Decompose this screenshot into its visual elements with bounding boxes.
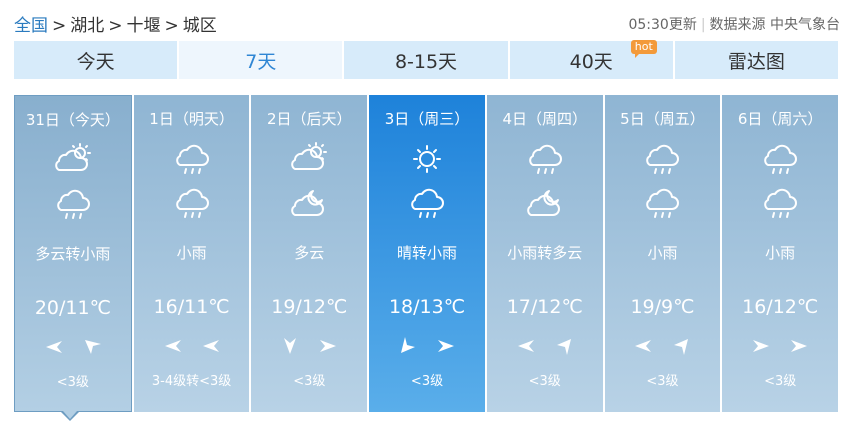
- wind-direction-icon: [45, 341, 62, 353]
- day-card[interactable]: 4日（周四） 小雨转多云 17/12℃ <3级: [486, 95, 603, 412]
- breadcrumb-separator: >: [52, 16, 67, 36]
- light-rain-icon: [53, 188, 93, 220]
- wind-direction-icon: [556, 339, 571, 355]
- tab-label: 雷达图: [727, 50, 785, 73]
- tab-8-15-days[interactable]: 8-15天: [344, 41, 508, 79]
- day-date: 5日（周五）: [620, 110, 705, 128]
- day-card[interactable]: 31日（今天） 多云转小雨 20/11℃ <3级: [14, 95, 132, 412]
- cloudy-night-icon: [525, 187, 565, 219]
- wind-direction: [157, 335, 227, 357]
- day-date: 3日（周三）: [384, 110, 470, 128]
- light-rain-icon: [172, 143, 212, 175]
- day-card[interactable]: 3日（周三） 晴转小雨 18/13℃ <3级: [369, 95, 485, 412]
- meta-divider: |: [700, 17, 706, 33]
- data-source: 数据来源 中央气象台: [709, 17, 840, 33]
- wind-direction-icon: [753, 340, 770, 352]
- hot-badge: hot: [630, 40, 657, 58]
- day-temperature: 19/9℃: [630, 296, 695, 318]
- wind-level: <3级: [764, 374, 797, 389]
- tab-label: 今天: [76, 50, 115, 73]
- day-date: 31日（今天）: [25, 111, 120, 129]
- tab-label: 7天: [245, 50, 277, 73]
- day-temperature: 20/11℃: [34, 297, 111, 319]
- day-temperature: 16/11℃: [153, 296, 230, 318]
- breadcrumb-separator: >: [164, 16, 179, 36]
- update-time: 05:30更新: [628, 17, 697, 33]
- day-condition: 多云转小雨: [35, 245, 111, 263]
- sunny-icon: [407, 143, 447, 175]
- top-bar: 全国 > 湖北 > 十堰 > 城区 05:30更新 | 数据来源 中央气象台: [14, 0, 840, 38]
- breadcrumb-province[interactable]: 湖北: [70, 16, 104, 36]
- light-rain-icon: [407, 187, 447, 219]
- day-temperature: 18/13℃: [388, 296, 466, 318]
- tab-label: 8-15天: [394, 50, 458, 73]
- day-temperature: 17/12℃: [506, 296, 583, 318]
- wind-direction: [510, 335, 580, 357]
- day-date: 1日（明天）: [149, 110, 234, 128]
- tab-today[interactable]: 今天: [14, 41, 178, 79]
- daily-forecast-list: 31日（今天） 多云转小雨 20/11℃ <3级 1日（明天） 小雨 16/11…: [14, 95, 839, 412]
- tab-40-days[interactable]: 40天 hot: [509, 40, 673, 79]
- wind-direction-icon: [320, 340, 337, 352]
- day-temperature: 16/12℃: [742, 296, 819, 318]
- wind-direction-icon: [635, 340, 652, 352]
- cloudy-night-icon: [289, 187, 329, 219]
- day-date: 4日（周四）: [502, 110, 587, 128]
- wind-direction-icon: [164, 340, 181, 352]
- light-rain-icon: [525, 143, 565, 175]
- wind-direction: [38, 336, 108, 358]
- day-temperature: 19/12℃: [271, 296, 348, 318]
- day-condition: 小雨转多云: [507, 244, 583, 262]
- partly-cloudy-icon: [53, 143, 93, 176]
- wind-direction: [274, 335, 344, 357]
- breadcrumb-district: 城区: [182, 16, 217, 36]
- day-date: 2日（后天）: [267, 110, 352, 128]
- light-rain-icon: [172, 187, 212, 219]
- day-condition: 小雨: [647, 244, 678, 262]
- wind-level: <3级: [646, 374, 679, 389]
- breadcrumb-separator: >: [108, 16, 123, 36]
- wind-direction-icon: [517, 340, 534, 352]
- day-condition: 多云: [294, 244, 325, 262]
- day-card[interactable]: 5日（周五） 小雨 19/9℃ <3级: [604, 95, 721, 412]
- day-date: 6日（周六）: [737, 110, 823, 128]
- breadcrumb: 全国 > 湖北 > 十堰 > 城区: [14, 11, 217, 36]
- day-card[interactable]: 6日（周六） 小雨 16/12℃ <3级: [722, 95, 839, 412]
- wind-direction-icon: [284, 338, 297, 354]
- wind-direction: [392, 335, 462, 357]
- wind-direction-icon: [401, 337, 416, 353]
- breadcrumb-home-link[interactable]: 全国: [14, 16, 48, 36]
- wind-direction-icon: [202, 340, 219, 352]
- light-rain-icon: [642, 187, 682, 219]
- light-rain-icon: [760, 143, 800, 175]
- tab-7-days[interactable]: 7天: [179, 41, 343, 79]
- day-card[interactable]: 1日（明天） 小雨 16/11℃ 3-4级转<3级: [133, 95, 250, 412]
- wind-direction-icon: [791, 340, 808, 352]
- selected-day-pointer: [61, 411, 79, 421]
- light-rain-icon: [642, 143, 682, 175]
- day-condition: 晴转小雨: [397, 244, 458, 262]
- day-card[interactable]: 2日（后天） 多云 19/12℃ <3级: [251, 95, 368, 412]
- wind-direction: [745, 335, 815, 357]
- wind-level: <3级: [56, 375, 89, 390]
- forecast-tabs: 今天 7天 8-15天 40天 hot 雷达图: [14, 40, 839, 79]
- wind-level: <3级: [410, 374, 444, 389]
- partly-cloudy-icon: [289, 142, 329, 175]
- light-rain-icon: [760, 187, 800, 219]
- wind-direction-icon: [84, 340, 101, 354]
- tab-radar[interactable]: 雷达图: [674, 41, 839, 79]
- day-condition: 小雨: [765, 244, 796, 262]
- wind-level: <3级: [528, 374, 561, 389]
- wind-direction-icon: [674, 339, 689, 355]
- breadcrumb-city[interactable]: 十堰: [127, 16, 161, 36]
- wind-direction: [627, 335, 697, 357]
- wind-direction-icon: [438, 340, 455, 352]
- day-condition: 小雨: [176, 244, 207, 262]
- wind-level: <3级: [293, 374, 326, 389]
- wind-level: 3-4级转<3级: [151, 374, 232, 389]
- update-meta: 05:30更新 | 数据来源 中央气象台: [628, 14, 840, 34]
- tab-label: 40天: [569, 50, 613, 73]
